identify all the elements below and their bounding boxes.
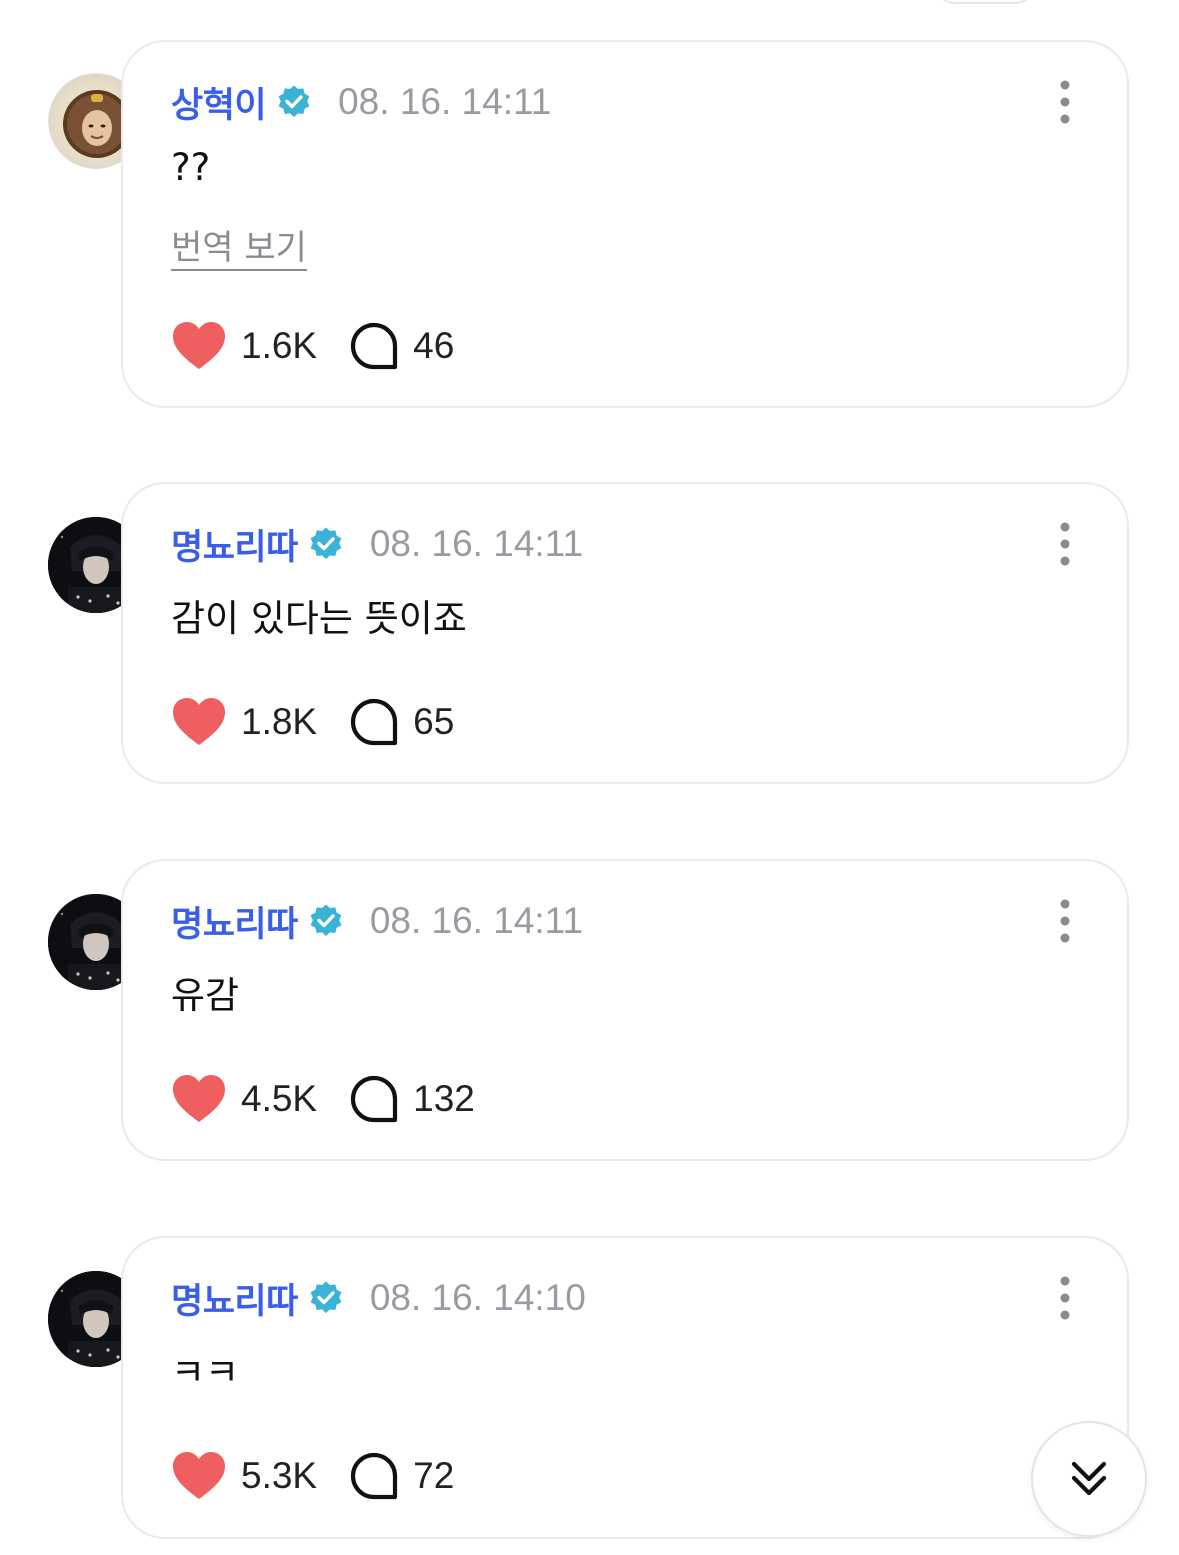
like-count: 4.5K xyxy=(241,1078,318,1119)
comment-bubble-icon[interactable] xyxy=(349,697,399,747)
double-chevron-down-icon xyxy=(1071,1461,1107,1496)
comment-card: 명뇨리따 08. 16. 14:11 감이 있다는 뜻이죠 1.8K 65 xyxy=(121,482,1129,784)
more-vertical-icon[interactable] xyxy=(1055,1276,1075,1320)
like-count: 5.3K xyxy=(241,1455,318,1496)
comment-timestamp: 08. 16. 14:11 xyxy=(369,900,584,941)
author-name[interactable]: 명뇨리따 xyxy=(171,519,298,570)
comment-timestamp: 08. 16. 14:10 xyxy=(369,1277,586,1318)
more-vertical-icon[interactable] xyxy=(1055,80,1075,124)
like-count: 1.6K xyxy=(241,325,318,366)
previous-card-edge xyxy=(930,0,1040,4)
like-count: 1.8K xyxy=(241,701,318,742)
comment-meta: 상혁이 08. 16. 14:11 xyxy=(171,74,551,130)
reply-count: 72 xyxy=(413,1455,455,1496)
comment-actions: 1.6K 46 xyxy=(171,318,454,374)
comment-card: 명뇨리따 08. 16. 14:11 유감 4.5K 132 xyxy=(121,859,1129,1161)
author-name[interactable]: 명뇨리따 xyxy=(171,1273,298,1324)
comment-actions: 1.8K 65 xyxy=(171,694,454,750)
heart-icon[interactable] xyxy=(171,697,227,747)
comment-text: 유감 xyxy=(171,974,240,1017)
reply-count: 132 xyxy=(413,1078,475,1119)
heart-icon[interactable] xyxy=(171,1074,227,1124)
comment-card: 명뇨리따 08. 16. 14:10 ㅋㅋ 5.3K 72 xyxy=(121,1236,1129,1539)
comment-bubble-icon[interactable] xyxy=(349,321,399,371)
verified-badge-icon xyxy=(310,904,342,936)
comment-actions: 4.5K 132 xyxy=(171,1071,475,1127)
verified-badge-icon xyxy=(310,1281,342,1313)
more-vertical-icon[interactable] xyxy=(1055,522,1075,566)
verified-badge-icon xyxy=(310,527,342,559)
heart-icon[interactable] xyxy=(171,321,227,371)
comment-actions: 5.3K 72 xyxy=(171,1448,454,1504)
heart-icon[interactable] xyxy=(171,1451,227,1501)
comment-text: ?? xyxy=(171,146,211,189)
comment-bubble-icon[interactable] xyxy=(349,1451,399,1501)
verified-badge-icon xyxy=(278,85,310,117)
more-vertical-icon[interactable] xyxy=(1055,899,1075,943)
reply-count: 46 xyxy=(413,325,455,366)
comment-bubble-icon[interactable] xyxy=(349,1074,399,1124)
comment-timestamp: 08. 16. 14:11 xyxy=(338,81,552,122)
scroll-to-bottom-button[interactable] xyxy=(1031,1421,1147,1537)
comment-meta: 명뇨리따 08. 16. 14:11 xyxy=(171,516,583,572)
comment-meta: 명뇨리따 08. 16. 14:11 xyxy=(171,893,583,949)
comment-meta: 명뇨리따 08. 16. 14:10 xyxy=(171,1270,586,1326)
comment-timestamp: 08. 16. 14:11 xyxy=(369,523,584,564)
reply-count: 65 xyxy=(413,701,455,742)
comment-card: 상혁이 08. 16. 14:11 ?? 번역 보기 1.6K 46 xyxy=(121,40,1129,408)
translate-link[interactable]: 번역 보기 xyxy=(171,220,307,269)
author-name[interactable]: 명뇨리따 xyxy=(171,896,298,947)
comment-text: ㅋㅋ xyxy=(171,1351,240,1394)
author-name[interactable]: 상혁이 xyxy=(171,77,267,128)
comment-text: 감이 있다는 뜻이죠 xyxy=(171,597,467,640)
